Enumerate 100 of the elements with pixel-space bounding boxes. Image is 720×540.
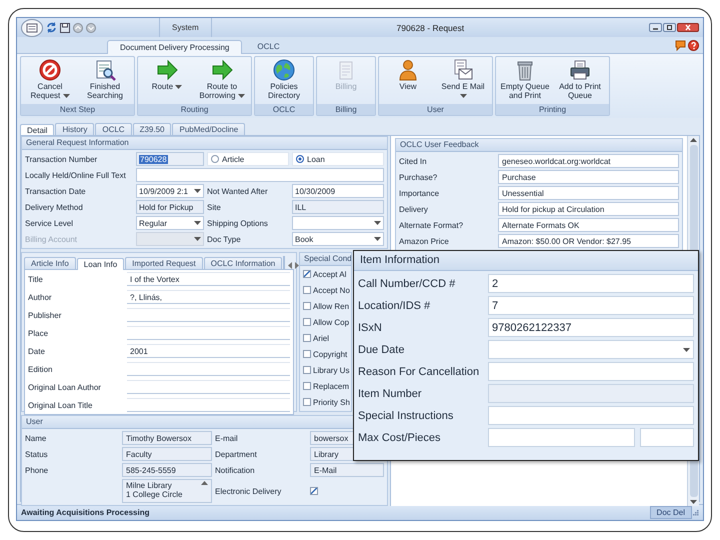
input-field[interactable]: Unessential — [498, 186, 679, 200]
input-field[interactable]: Amazon: $50.00 OR Vendor: $27.95 — [498, 234, 679, 248]
input-field[interactable] — [488, 384, 694, 403]
queue-label: Doc Del — [650, 506, 692, 519]
input-field[interactable]: Hold for pickup at Circulation — [498, 202, 679, 216]
input-field[interactable] — [488, 362, 694, 381]
tab[interactable]: Detail — [20, 124, 54, 136]
caret-icon — [374, 237, 381, 241]
input-field[interactable]: Alternate Formats OK — [498, 218, 679, 232]
input-field[interactable]: 9780262122337 — [488, 318, 694, 337]
application-menu-icon[interactable] — [21, 18, 43, 36]
input-field[interactable]: Timothy Bowersox — [122, 431, 212, 445]
group-label: User — [379, 104, 492, 115]
radio-label[interactable]: Article — [222, 154, 244, 164]
scroll-up-icon[interactable] — [690, 138, 697, 142]
tab[interactable]: History — [55, 123, 94, 135]
tab[interactable]: OCLC — [95, 123, 132, 135]
ribbon-tab[interactable]: OCLC — [244, 39, 293, 53]
input-field[interactable] — [127, 326, 290, 340]
refresh-icon[interactable] — [46, 22, 57, 33]
input-field[interactable]: ?, Llinás, — [127, 290, 290, 304]
close-icon[interactable] — [677, 23, 699, 32]
input-field[interactable]: 7 — [488, 296, 694, 315]
comment-icon[interactable] — [675, 40, 686, 50]
checkbox[interactable] — [303, 334, 311, 342]
ribbon-button[interactable]: Policies Directory — [257, 58, 311, 103]
checkbox[interactable] — [303, 382, 311, 390]
checkbox[interactable] — [303, 270, 311, 278]
checkbox[interactable] — [303, 398, 311, 406]
input-field[interactable]: I of the Vortex — [127, 272, 290, 286]
scroll-left-icon[interactable] — [288, 262, 292, 269]
input-field[interactable]: 585-245-5559 — [122, 463, 212, 477]
radio-button[interactable] — [211, 155, 219, 163]
field-label: Department — [215, 450, 258, 458]
help-icon[interactable] — [688, 40, 699, 50]
input-field[interactable]: 10/30/2009 — [292, 184, 384, 198]
ribbon-button[interactable]: View — [381, 58, 435, 103]
group-label: OCLC — [255, 104, 313, 115]
input-field[interactable] — [488, 428, 635, 447]
printer-icon — [569, 59, 591, 81]
radio-button[interactable] — [296, 155, 304, 163]
ribbon-button[interactable]: Add to Print Queue — [553, 58, 607, 103]
address-box[interactable]: Milne Library 1 College Circle — [122, 479, 212, 503]
tab[interactable] — [283, 256, 286, 269]
input-field[interactable]: 2 — [488, 274, 694, 293]
input-field[interactable]: ILL — [292, 200, 384, 214]
input-field[interactable] — [127, 308, 290, 322]
checkbox[interactable] — [303, 302, 311, 310]
dropdown[interactable] — [488, 340, 694, 359]
input-field[interactable]: Faculty — [122, 447, 212, 461]
field-label: Notification — [215, 466, 256, 474]
checkbox[interactable] — [303, 366, 311, 374]
input-field[interactable] — [127, 398, 290, 412]
globe-icon — [273, 59, 295, 81]
tab[interactable]: Loan Info — [76, 258, 124, 270]
input-field[interactable]: geneseo.worldcat.org:worldcat — [498, 154, 679, 168]
tab[interactable]: Z39.50 — [132, 123, 172, 135]
ribbon-button[interactable]: Route to Borrowing — [195, 58, 249, 103]
scroll-up-icon — [201, 481, 208, 485]
input-field[interactable] — [127, 362, 290, 376]
input-field[interactable] — [136, 168, 384, 182]
resize-grip-icon[interactable] — [692, 509, 699, 516]
tab[interactable]: OCLC Information — [204, 257, 282, 269]
input-field[interactable]: 2001 — [127, 344, 290, 358]
caret-icon — [194, 237, 201, 241]
checkbox[interactable] — [310, 487, 318, 495]
caret-icon — [194, 221, 201, 225]
input-field[interactable]: 790628 — [136, 152, 204, 166]
dropdown[interactable]: Regular — [136, 216, 204, 230]
field-label: Author — [28, 292, 53, 302]
input-field[interactable] — [488, 406, 694, 425]
field-label: Original Loan Author — [28, 382, 102, 392]
ribbon-button[interactable]: Empty Queue and Print — [498, 58, 552, 103]
checkbox[interactable] — [303, 286, 311, 294]
input-field[interactable] — [127, 380, 290, 394]
tab[interactable]: Article Info — [24, 257, 76, 269]
dropdown[interactable]: 10/9/2009 2:1 — [136, 184, 204, 198]
checkbox-label: Replacem — [313, 382, 350, 390]
input-field[interactable]: Hold for Pickup — [136, 200, 204, 214]
dropdown[interactable] — [292, 216, 384, 230]
maximize-icon[interactable] — [663, 23, 676, 32]
field-label: Alternate Format? — [399, 220, 464, 230]
tab[interactable]: PubMed/Docline — [172, 123, 246, 135]
input-field[interactable]: E-Mail — [310, 463, 384, 477]
checkbox[interactable] — [303, 318, 311, 326]
save-icon[interactable] — [60, 22, 70, 32]
dropdown[interactable]: Book — [292, 232, 384, 246]
ribbon-tab[interactable]: Document Delivery Processing — [107, 40, 242, 54]
ribbon-button[interactable]: Finished Searching — [78, 58, 132, 103]
tab[interactable]: Imported Request — [125, 257, 203, 269]
input-field[interactable] — [640, 428, 694, 447]
checkbox[interactable] — [303, 350, 311, 358]
ribbon-button[interactable]: Route — [140, 58, 194, 103]
ribbon-button[interactable]: Send E Mail — [436, 58, 490, 103]
caret-icon — [374, 221, 381, 225]
input-field[interactable]: Purchase — [498, 170, 679, 184]
radio-label[interactable]: Loan — [307, 154, 325, 164]
minimize-icon[interactable] — [649, 23, 662, 32]
forward-icon[interactable] — [86, 22, 96, 32]
ribbon-button[interactable]: Cancel Request — [23, 58, 77, 103]
